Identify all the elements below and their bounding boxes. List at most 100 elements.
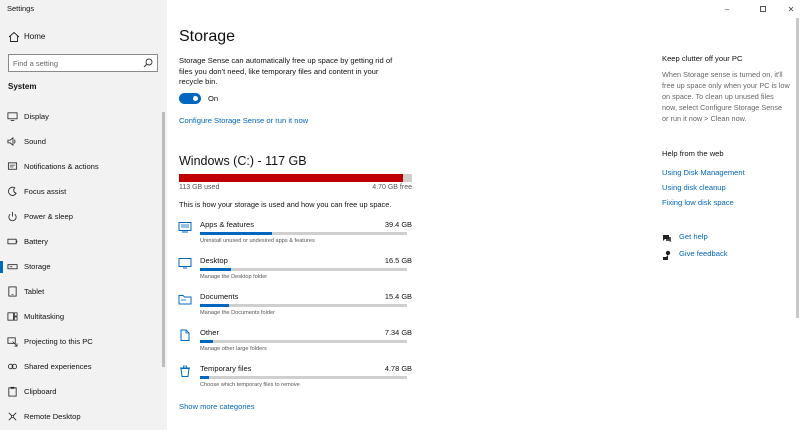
toggle-knob bbox=[193, 96, 198, 101]
sidebar-item-label: Power & sleep bbox=[24, 212, 73, 221]
drive-title: Windows (C:) - 117 GB bbox=[179, 154, 307, 168]
category-usage-fill bbox=[200, 304, 229, 307]
tablet-icon bbox=[8, 286, 17, 297]
category-name: Documents bbox=[200, 292, 239, 301]
category-usage-bar bbox=[200, 304, 407, 307]
category-usage-fill bbox=[200, 232, 273, 235]
storage-category[interactable]: Temporary files 4.78 GB Choose which tempo… bbox=[176, 364, 412, 396]
category-size: 39.4 GB bbox=[384, 220, 412, 229]
clutter-title: Keep clutter off your PC bbox=[662, 54, 743, 63]
main-scrollbar[interactable] bbox=[796, 18, 799, 318]
sidebar-item-display[interactable]: Display bbox=[0, 106, 160, 128]
sidebar-item-label: Projecting to this PC bbox=[24, 337, 93, 346]
sidebar-item-focus-assist[interactable]: Focus assist bbox=[0, 181, 160, 203]
desktop-icon bbox=[178, 258, 192, 269]
nav-home[interactable]: Home bbox=[0, 28, 160, 48]
notifications-icon bbox=[7, 162, 18, 170]
search-icon[interactable] bbox=[143, 58, 153, 68]
storage-category[interactable]: Other 7.34 GB Manage other large folders bbox=[176, 328, 412, 360]
sidebar-item-remote-desktop[interactable]: Remote Desktop bbox=[0, 406, 160, 428]
clutter-text: When Storage sense is turned on, it'll f… bbox=[662, 70, 790, 123]
sidebar-item-label: Sound bbox=[24, 137, 46, 146]
category-usage-bar bbox=[200, 268, 407, 271]
category-usage-fill bbox=[200, 268, 232, 271]
close-button[interactable]: ✕ bbox=[776, 0, 800, 18]
storage-category[interactable]: Desktop 16.5 GB Manage the Desktop folder bbox=[176, 256, 412, 288]
sidebar-item-label: Multitasking bbox=[24, 312, 65, 321]
category-name: Other bbox=[200, 328, 219, 337]
window-title: Settings bbox=[7, 4, 35, 13]
documents-icon bbox=[178, 295, 192, 305]
category-description: Manage other large folders bbox=[200, 346, 267, 352]
titlebar: Settings – ✕ bbox=[0, 0, 800, 18]
maximize-icon bbox=[760, 6, 766, 12]
battery-icon bbox=[7, 238, 18, 245]
search-input[interactable] bbox=[13, 57, 141, 69]
category-size: 15.4 GB bbox=[384, 292, 412, 301]
focus-assist-icon bbox=[8, 186, 17, 196]
power-icon bbox=[8, 211, 17, 222]
give-feedback-label: Give feedback bbox=[679, 249, 728, 258]
sidebar-item-label: Tablet bbox=[24, 287, 45, 296]
sidebar-item-tablet[interactable]: Tablet bbox=[0, 281, 160, 303]
get-help-label: Get help bbox=[679, 232, 708, 241]
category-name: Temporary files bbox=[200, 364, 252, 373]
sidebar-item-clipboard[interactable]: Clipboard bbox=[0, 381, 160, 403]
sidebar-item-battery[interactable]: Battery bbox=[0, 231, 160, 253]
toggle-label: On bbox=[208, 94, 219, 103]
category-usage-fill bbox=[200, 376, 210, 379]
home-icon bbox=[8, 31, 20, 42]
category-description: Manage the Desktop folder bbox=[200, 274, 268, 280]
sidebar-item-multitasking[interactable]: Multitasking bbox=[0, 306, 160, 328]
chat-help-icon bbox=[663, 235, 671, 242]
search-box[interactable] bbox=[8, 54, 158, 72]
usage-description: This is how your storage is used and how… bbox=[179, 200, 392, 209]
sidebar: Home System Display Sound Notifications & … bbox=[0, 0, 167, 430]
help-link-low-disk-space[interactable]: Fixing low disk space bbox=[662, 198, 734, 207]
category-size: 4.78 GB bbox=[384, 364, 412, 373]
category-usage-fill bbox=[200, 340, 214, 343]
sidebar-item-label: Display bbox=[24, 112, 49, 121]
help-link-disk-cleanup[interactable]: Using disk cleanup bbox=[662, 183, 726, 192]
category-description: Manage the Documents folder bbox=[200, 310, 275, 316]
configure-storage-sense-link[interactable]: Configure Storage Sense or run it now bbox=[179, 116, 308, 125]
drive-used-text: 113 GB used bbox=[179, 184, 220, 191]
sound-icon bbox=[7, 136, 16, 147]
storage-category[interactable]: Documents 15.4 GB Manage the Documents fol… bbox=[176, 292, 412, 324]
storage-category[interactable]: Apps & features 39.4 GB Uninstall unused o… bbox=[176, 220, 412, 252]
section-title: System bbox=[8, 82, 37, 91]
minimize-button[interactable]: – bbox=[712, 0, 742, 18]
storage-sense-description: Storage Sense can automatically free up … bbox=[179, 56, 393, 86]
projecting-icon bbox=[7, 337, 18, 347]
sidebar-item-storage[interactable]: Storage bbox=[0, 256, 160, 278]
close-icon: ✕ bbox=[787, 4, 795, 14]
show-more-categories-link[interactable]: Show more categories bbox=[179, 402, 255, 411]
category-usage-bar bbox=[200, 232, 407, 235]
storage-sense-toggle[interactable] bbox=[179, 93, 201, 104]
category-description: Uninstall unused or undesired apps & fea… bbox=[200, 238, 315, 244]
category-name: Apps & features bbox=[200, 220, 255, 229]
sidebar-item-label: Clipboard bbox=[24, 387, 57, 396]
sidebar-item-power-sleep[interactable]: Power & sleep bbox=[0, 206, 160, 228]
category-usage-bar bbox=[200, 340, 407, 343]
sidebar-item-label: Remote Desktop bbox=[24, 412, 81, 421]
help-link-disk-management[interactable]: Using Disk Management bbox=[662, 168, 745, 177]
sidebar-item-notifications-actions[interactable]: Notifications & actions bbox=[0, 156, 160, 178]
display-icon bbox=[7, 112, 18, 122]
multitasking-icon bbox=[7, 312, 18, 321]
apps-icon bbox=[178, 222, 192, 233]
sidebar-item-label: Storage bbox=[24, 262, 51, 271]
other-icon bbox=[180, 329, 190, 341]
nav-home-label: Home bbox=[24, 32, 46, 41]
sidebar-item-projecting-to-this-pc[interactable]: Projecting to this PC bbox=[0, 331, 160, 353]
shared-experiences-icon bbox=[7, 363, 18, 370]
sidebar-item-shared-experiences[interactable]: Shared experiences bbox=[0, 356, 160, 378]
maximize-button[interactable] bbox=[748, 0, 778, 18]
help-title: Help from the web bbox=[662, 149, 724, 158]
feedback-icon bbox=[663, 250, 671, 260]
sidebar-scrollbar[interactable] bbox=[162, 112, 165, 367]
sidebar-item-sound[interactable]: Sound bbox=[0, 131, 160, 153]
trash-icon bbox=[180, 365, 190, 377]
page-title: Storage bbox=[179, 28, 236, 45]
sidebar-item-label: Shared experiences bbox=[24, 362, 92, 371]
